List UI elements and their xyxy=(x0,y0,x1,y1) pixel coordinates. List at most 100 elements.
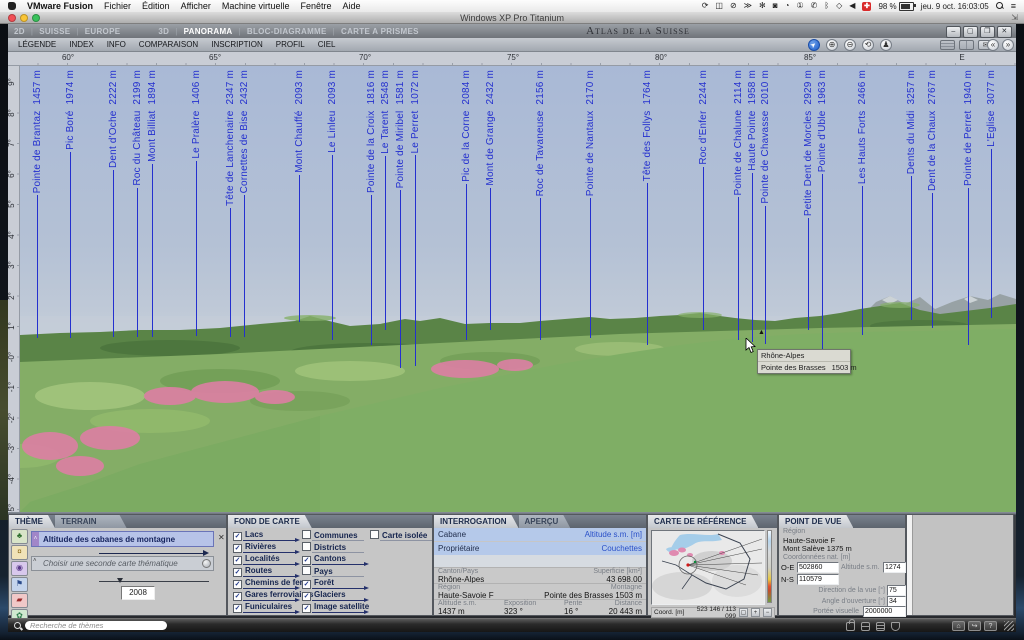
layer-toggle-routes[interactable]: ✓Routes xyxy=(233,566,293,578)
fullscreen-icon[interactable]: ⇲ xyxy=(1011,13,1018,22)
layer-slider[interactable] xyxy=(312,564,364,565)
mode-tab-2d[interactable]: 2D xyxy=(14,27,25,36)
interrogation-tab-interrogation[interactable]: INTERROGATION xyxy=(434,515,519,528)
mode-tab-carte-a-prismes[interactable]: CARTE A PRISMES xyxy=(341,27,419,36)
app-close-button[interactable]: ✕ xyxy=(997,26,1012,38)
year-field[interactable]: 2008 xyxy=(121,586,155,600)
apple-menu-icon[interactable] xyxy=(8,2,16,10)
layer-slider[interactable] xyxy=(380,540,432,541)
forward-button[interactable]: » xyxy=(1002,39,1014,51)
app-menu-ciel[interactable]: CIEL xyxy=(318,40,336,49)
checkbox-icon[interactable]: ✓ xyxy=(233,568,242,577)
checkbox-icon[interactable]: ✓ xyxy=(302,604,311,613)
visual-range-field[interactable] xyxy=(863,606,906,617)
menubar-item[interactable]: Afficher xyxy=(181,0,211,12)
layer-slider[interactable] xyxy=(243,552,295,553)
app-menu-comparaison[interactable]: COMPARAISON xyxy=(139,40,198,49)
app-maximize-button[interactable]: ▢ xyxy=(963,26,978,38)
vegetation-theme-icon[interactable]: ♣ xyxy=(11,529,28,544)
layer-slider[interactable] xyxy=(312,588,364,589)
phone-icon[interactable]: ✆ xyxy=(811,0,818,12)
layer-toggle-rivières[interactable]: ✓Rivières xyxy=(233,542,293,554)
spotlight-icon[interactable] xyxy=(996,2,1004,10)
dock-icon[interactable]: ◙ xyxy=(773,0,778,12)
checkbox-icon[interactable]: ✓ xyxy=(302,556,311,565)
window-zoom-button[interactable] xyxy=(32,14,40,22)
map-zoom-out-button[interactable]: − xyxy=(763,608,772,617)
document-icon[interactable] xyxy=(876,622,885,631)
panorama-view[interactable]: Pointe de Brantaz 1457 mPic Boré 1974 mD… xyxy=(20,66,1016,512)
selected-theme-box[interactable]: ˄ Altitude des cabanes de montagne xyxy=(31,531,214,547)
volume-icon[interactable]: ◀ xyxy=(849,0,855,12)
checkbox-icon[interactable]: ✓ xyxy=(302,592,311,601)
checkbox-icon[interactable]: ✓ xyxy=(233,544,242,553)
reference-map[interactable] xyxy=(651,530,765,605)
refresh-button[interactable]: ⟲ xyxy=(862,39,874,51)
layer-toggle-lacs[interactable]: ✓Lacs xyxy=(233,530,293,542)
mode-tab-suisse[interactable]: SUISSE xyxy=(39,27,70,36)
keyboard-layout-icon[interactable]: ✚ xyxy=(862,2,871,11)
layer-slider[interactable] xyxy=(243,564,295,565)
mode-tab-3d[interactable]: 3D xyxy=(158,27,169,36)
layer-toggle-chemins-de-fer[interactable]: ✓Chemins de fer xyxy=(233,578,293,590)
app-menu-info[interactable]: INFO xyxy=(107,40,126,49)
airport-icon[interactable]: ✻ xyxy=(759,0,766,12)
checkbox-icon[interactable] xyxy=(302,530,311,539)
layer-slider[interactable] xyxy=(243,588,295,589)
viewpoint-button[interactable]: ♟ xyxy=(880,39,892,51)
checkbox-icon[interactable] xyxy=(302,542,311,551)
window-close-button[interactable] xyxy=(8,14,16,22)
back-button[interactable]: « xyxy=(987,39,999,51)
layer-toggle-gares-ferroviaires[interactable]: ✓Gares ferroviaires xyxy=(233,590,293,602)
mode-tab-europe[interactable]: EUROPE xyxy=(85,27,121,36)
time-machine-icon[interactable]: ◔ xyxy=(785,0,790,12)
fast-forward-icon[interactable]: ≫ xyxy=(744,0,752,12)
legend-panel-button[interactable] xyxy=(940,40,955,50)
direction-field[interactable] xyxy=(887,585,906,596)
window-minimize-button[interactable] xyxy=(20,14,28,22)
transport-theme-icon[interactable]: ▰ xyxy=(11,593,28,608)
unlock-icon[interactable] xyxy=(846,622,855,631)
state-theme-icon[interactable]: ⚑ xyxy=(11,577,28,592)
app-menu-légende[interactable]: LÉGENDE xyxy=(18,40,56,49)
theme-tab-thème[interactable]: THÈME xyxy=(9,515,55,528)
menubar-item[interactable]: Édition xyxy=(142,0,170,12)
layer-toggle-glaciers[interactable]: ✓Glaciers xyxy=(302,590,362,602)
layer-slider[interactable] xyxy=(243,540,295,541)
layer-slider[interactable] xyxy=(312,552,364,553)
resize-grip[interactable] xyxy=(1004,621,1014,631)
map-zoom-in-button[interactable]: + xyxy=(751,608,760,617)
zoom-out-button[interactable]: ⊖ xyxy=(844,39,856,51)
pan-tool-button[interactable]: ➤ xyxy=(808,39,820,51)
theme-tab-terrain[interactable]: TERRAIN xyxy=(55,515,127,528)
oe-field[interactable] xyxy=(797,562,839,573)
info-icon[interactable]: ① xyxy=(796,0,803,12)
layer-toggle-localités[interactable]: ✓Localités xyxy=(233,554,293,566)
zoom-in-button[interactable]: ⊕ xyxy=(826,39,838,51)
wifi-icon[interactable]: ◇ xyxy=(836,0,842,12)
vpn-icon[interactable]: ⊘ xyxy=(730,0,737,12)
split-view-button[interactable] xyxy=(959,40,974,50)
extent-button[interactable]: ▢ xyxy=(739,608,748,617)
layer-toggle-cantons[interactable]: ✓Cantons xyxy=(302,554,362,566)
layer-slider[interactable] xyxy=(312,612,364,613)
layer-slider[interactable] xyxy=(312,540,364,541)
menubar-item[interactable]: VMware Fusion xyxy=(27,0,93,12)
economy-theme-icon[interactable]: ¤ xyxy=(11,545,28,560)
layer-toggle-pays[interactable]: Pays xyxy=(302,566,362,578)
query-row-cabane[interactable]: Cabane Altitude s.m. [m] xyxy=(434,528,646,541)
layer-slider[interactable] xyxy=(243,576,295,577)
layer-toggle-funiculaires[interactable]: ✓Funiculaires xyxy=(233,602,293,614)
app-menu-inscription[interactable]: INSCRIPTION xyxy=(211,40,263,49)
menubar-clock[interactable]: jeu. 9 oct. 16:03:05 xyxy=(921,2,989,11)
layer-toggle-forêt[interactable]: ✓Forêt xyxy=(302,578,362,590)
layer-slider[interactable] xyxy=(312,576,364,577)
layer-toggle-carte-isolée[interactable]: Carte isolée xyxy=(370,530,430,542)
layer-toggle-communes[interactable]: Communes xyxy=(302,530,362,542)
app-menu-index[interactable]: INDEX xyxy=(69,40,93,49)
query-row-proprietaire[interactable]: Propriétaire Couchettes xyxy=(434,542,646,555)
shield-icon[interactable] xyxy=(891,622,900,631)
app-minimize-button[interactable]: – xyxy=(946,26,961,38)
layer-toggle-image-satellite[interactable]: ✓Image satellite xyxy=(302,602,362,614)
app-menu-profil[interactable]: PROFIL xyxy=(276,40,305,49)
